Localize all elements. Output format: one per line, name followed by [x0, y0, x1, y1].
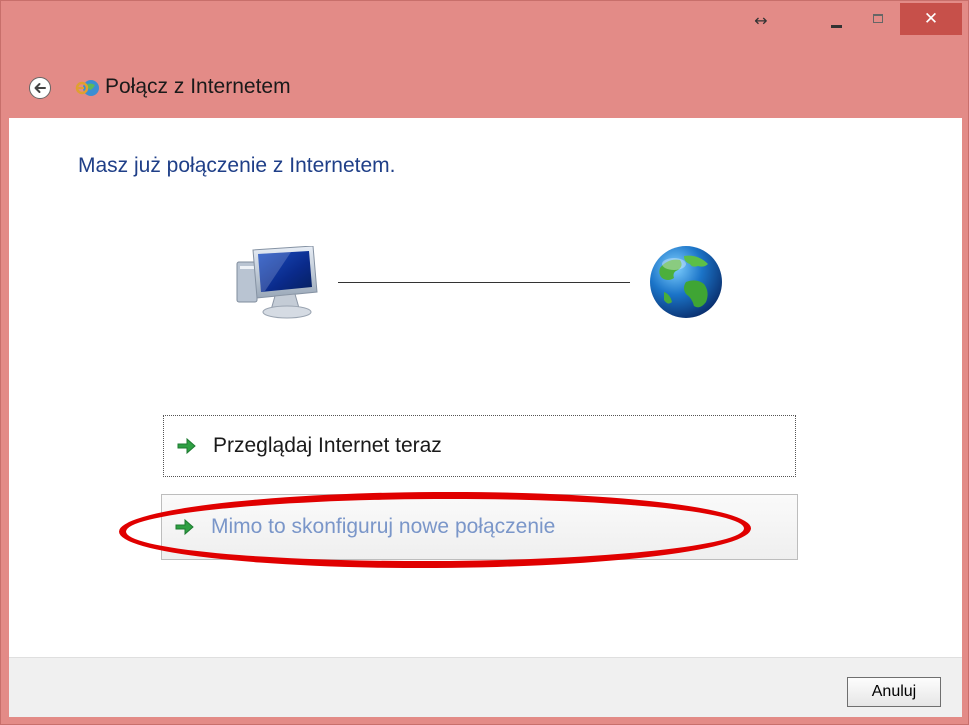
maximize-button[interactable]	[859, 6, 895, 34]
footer-bar: Anuluj	[9, 657, 962, 717]
close-button[interactable]: ✕	[900, 3, 962, 35]
page-heading: Masz już połączenie z Internetem.	[78, 154, 396, 177]
dialog-window: ↔ ✕ Połącz z Internetem Masz już połącze…	[0, 0, 969, 725]
resize-icon[interactable]: ↔	[751, 13, 771, 29]
green-arrow-icon	[177, 437, 196, 455]
browse-internet-label: Przeglądaj Internet teraz	[213, 434, 442, 457]
computer-icon	[236, 246, 318, 319]
close-icon: ✕	[923, 9, 939, 29]
connection-line	[338, 282, 630, 283]
minimize-button[interactable]	[823, 6, 853, 34]
title-bar[interactable]: ↔ ✕	[1, 1, 969, 43]
window-title: Połącz z Internetem	[105, 75, 291, 98]
header-row: Połącz z Internetem	[1, 59, 969, 117]
back-arrow-icon	[34, 83, 46, 93]
back-button[interactable]	[29, 77, 51, 99]
browse-internet-option[interactable]: Przeglądaj Internet teraz	[163, 415, 796, 477]
globe-icon	[650, 246, 722, 318]
network-icon	[75, 80, 99, 96]
content-area: Masz już połączenie z Internetem. Przegl…	[9, 118, 962, 657]
cancel-button[interactable]: Anuluj	[847, 677, 941, 707]
